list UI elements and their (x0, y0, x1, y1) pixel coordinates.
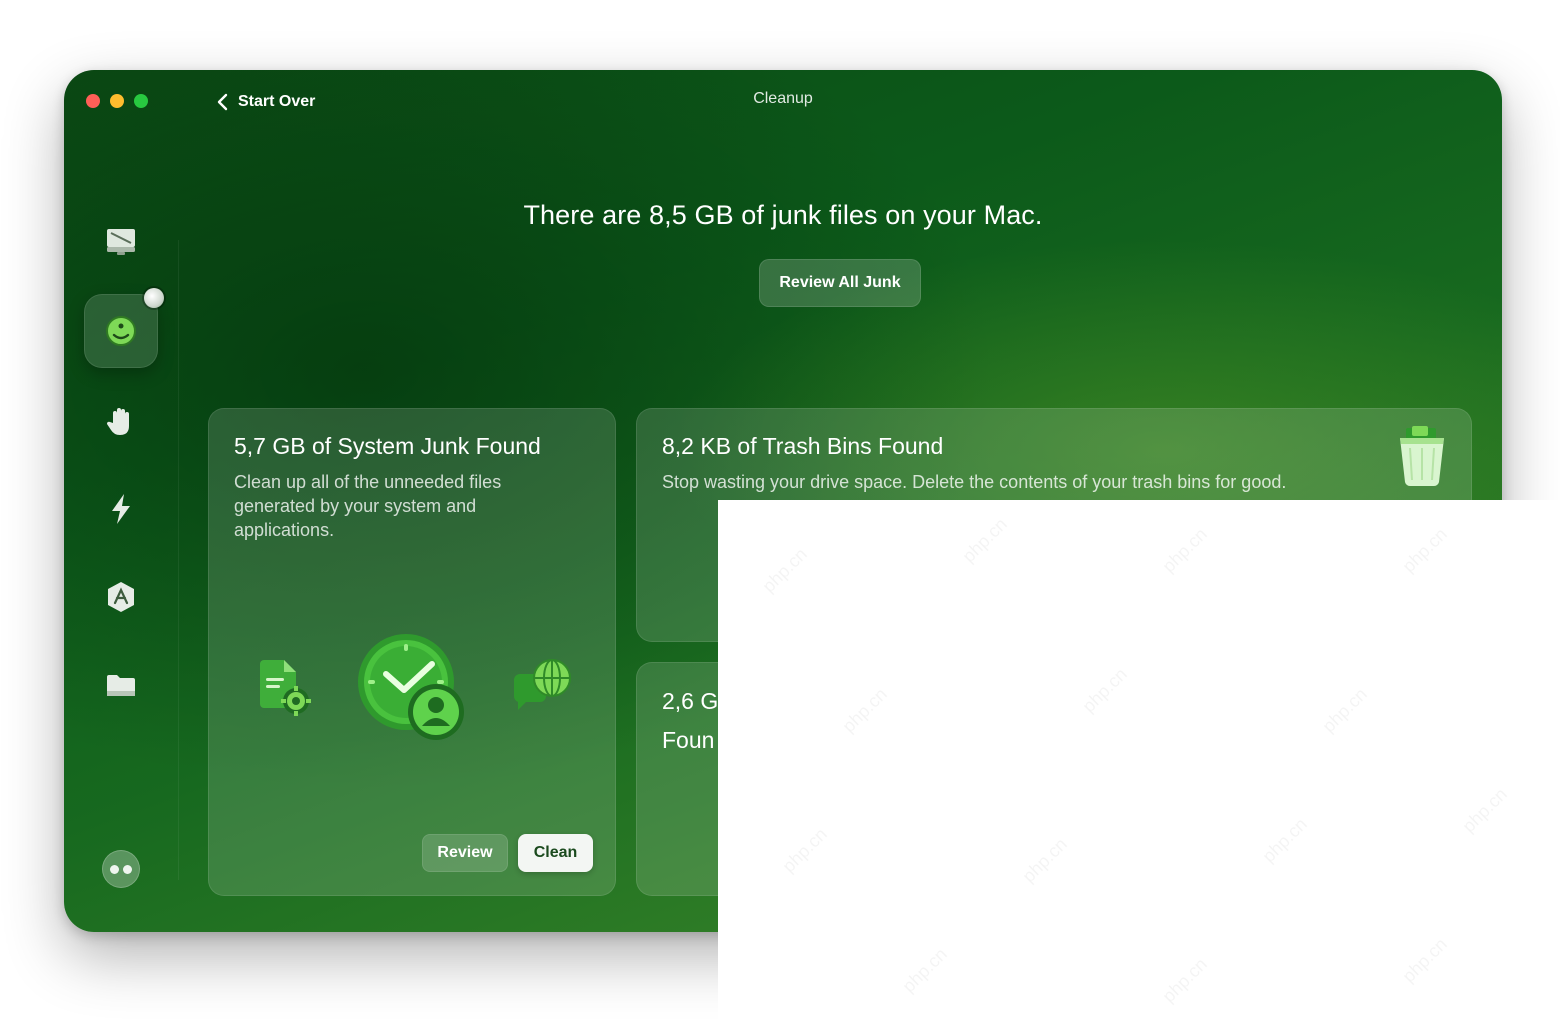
screenshot-stage: Start Over Cleanup There are 8,5 GB of j… (0, 0, 1560, 1024)
review-all-junk-button[interactable]: Review All Junk (759, 259, 921, 307)
sidebar-item-cleanup[interactable] (84, 288, 164, 368)
watermark-text: php.cn (1258, 814, 1311, 867)
trash-bins-title: 8,2 KB of Trash Bins Found (662, 433, 944, 459)
watermark-text: php.cn (1018, 834, 1071, 887)
watermark-text: php.cn (1398, 934, 1451, 987)
folder-icon (107, 675, 135, 696)
review-button[interactable]: Review (422, 834, 508, 872)
watermark-text: php.cn (758, 544, 811, 597)
watermark-text: php.cn (958, 514, 1011, 567)
notification-badge (144, 288, 164, 308)
watermark-text: php.cn (1158, 524, 1211, 577)
sidebar-item-privacy[interactable] (84, 384, 158, 458)
system-junk-description: Clean up all of the unneeded files gener… (234, 472, 502, 540)
window-title: Cleanup (753, 90, 813, 107)
watermark-text: php.cn (1398, 524, 1451, 577)
watermark-text: php.cn (1318, 684, 1371, 737)
system-junk-card: 5,7 GB of System Junk Found Clean up all… (208, 408, 616, 896)
watermark-text: php.cn (898, 944, 951, 997)
globe-chat-icon (513, 659, 571, 710)
sidebar-item-applications[interactable] (84, 560, 158, 634)
lightning-icon (112, 494, 130, 524)
document-gear-icon (260, 660, 311, 716)
trash-bins-description: Stop wasting your drive space. Delete th… (662, 472, 1287, 492)
watermark-text: php.cn (1078, 664, 1131, 717)
watermark-text: php.cn (1158, 954, 1211, 1007)
watermark-text: php.cn (838, 684, 891, 737)
system-junk-title: 5,7 GB of System Junk Found (234, 433, 541, 459)
clock-user-icon (358, 634, 464, 740)
sidebar-item-files[interactable] (84, 648, 158, 722)
watermark-text: php.cn (778, 824, 831, 877)
sidebar-item-speed[interactable] (84, 472, 158, 546)
assistant-icon[interactable] (102, 850, 140, 888)
trash-bin-icon (1400, 426, 1444, 487)
page-headline: There are 8,5 GB of junk files on your M… (523, 200, 1043, 230)
clean-button[interactable]: Clean (518, 834, 593, 872)
sidebar-divider (178, 240, 179, 880)
white-overlay: php.cn php.cn php.cn php.cn php.cn php.c… (718, 500, 1560, 1024)
sidebar (64, 200, 178, 932)
hand-icon (106, 408, 129, 435)
applications-icon (108, 582, 134, 612)
cleanup-icon (106, 316, 136, 346)
watermark-text: php.cn (1458, 784, 1511, 837)
